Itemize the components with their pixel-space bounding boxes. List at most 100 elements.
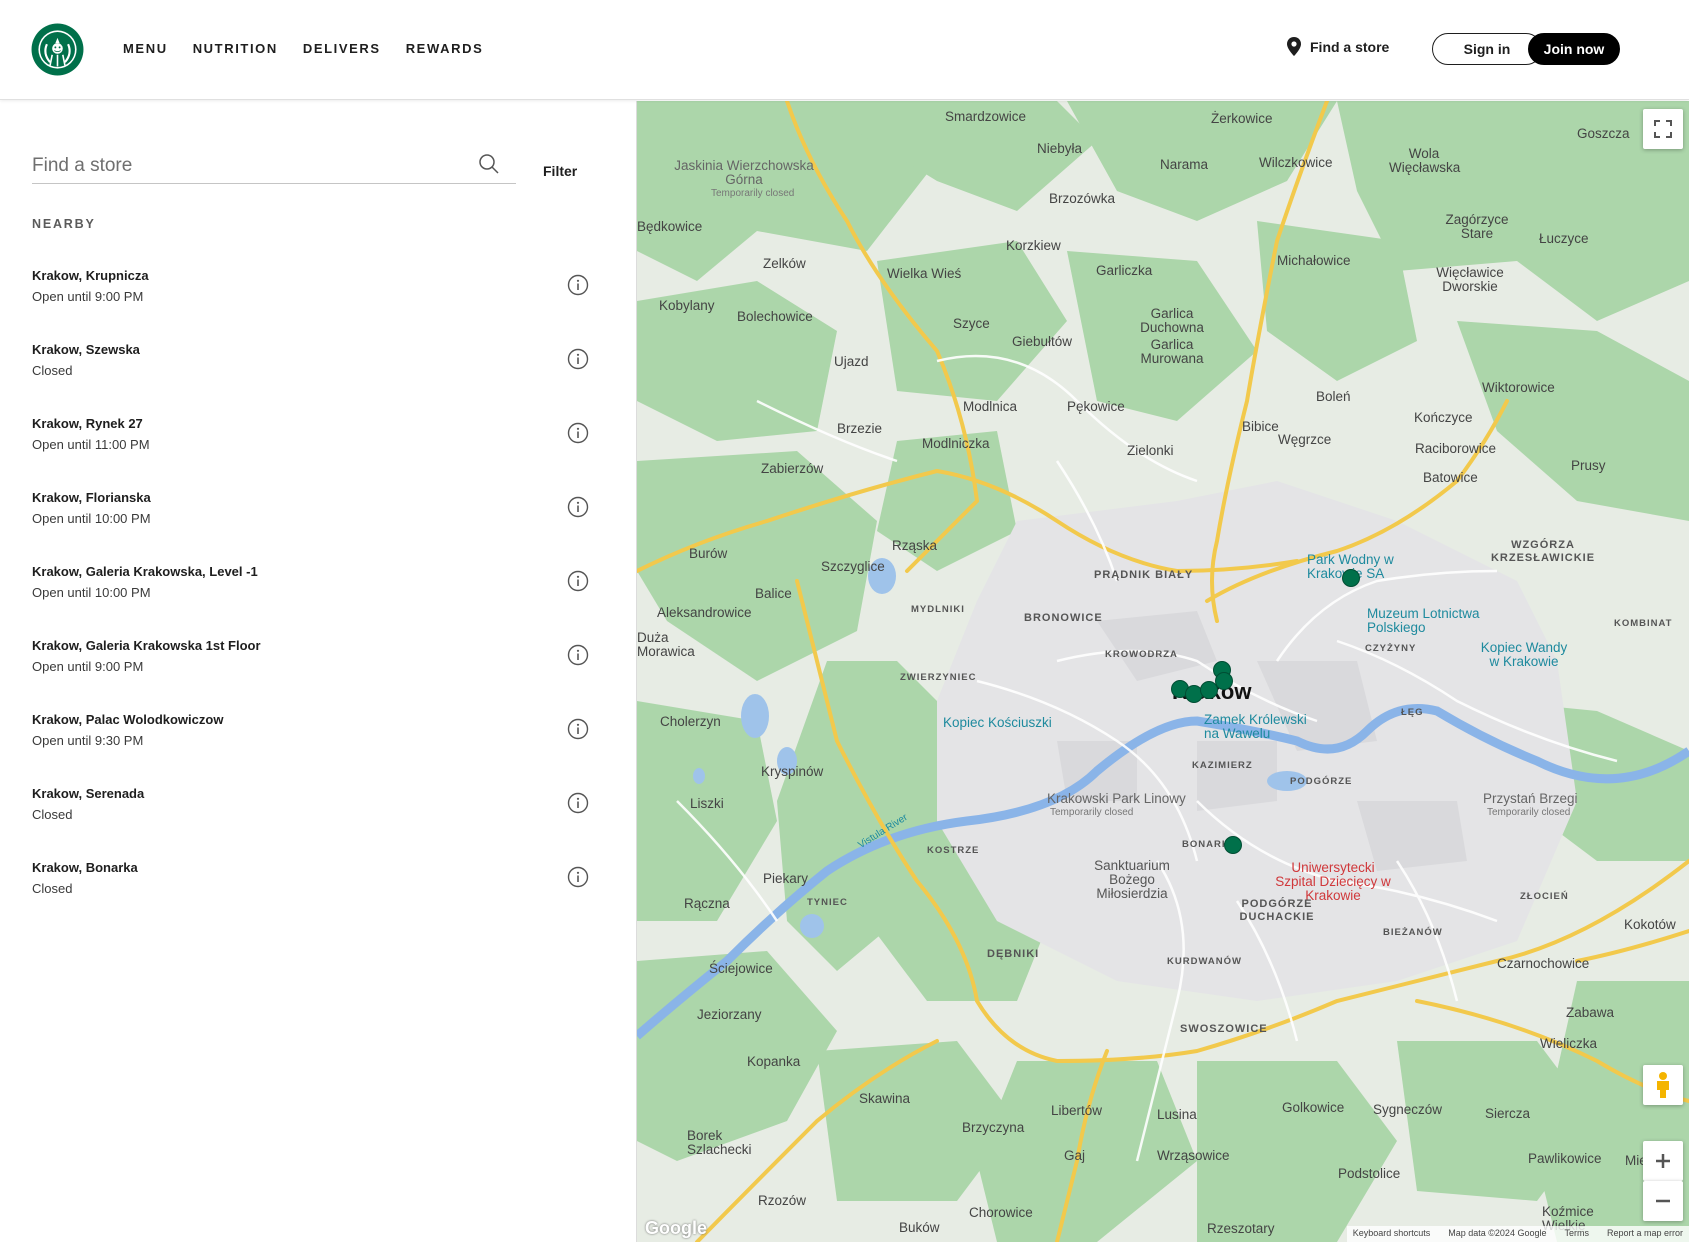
map-label: Temporarily closed (1487, 807, 1571, 818)
store-pin[interactable] (1215, 672, 1233, 690)
store-list-item[interactable]: Krakow, Szewska Closed (0, 322, 636, 396)
map-label: PODGÓRZE (1290, 776, 1353, 787)
map-label: Kończyce (1414, 410, 1473, 425)
map-label: Jeziorzany (697, 1007, 762, 1022)
map-label: Libertów (1051, 1103, 1103, 1118)
fullscreen-button[interactable] (1643, 109, 1683, 149)
map-label: Buków (899, 1220, 940, 1235)
find-store-label: Find a store (1310, 38, 1390, 55)
store-list-item[interactable]: Krakow, Serenada Closed (0, 766, 636, 840)
fullscreen-icon (1654, 120, 1672, 138)
map-label: Sanktuarium Bożego Miłosierdzia (1094, 858, 1170, 901)
store-list-item[interactable]: Krakow, Galeria Krakowska 1st Floor Open … (0, 618, 636, 692)
map-label: Brzyczyna (962, 1120, 1025, 1135)
store-status: Closed (32, 363, 73, 378)
map-label: Szczyglice (821, 559, 885, 574)
map-label: ZWIERZYNIEC (900, 672, 977, 683)
map-label: Chorowice (969, 1205, 1033, 1220)
map-label: Modlnica (963, 399, 1018, 414)
map-label: Zielonki (1127, 443, 1174, 458)
map-label: Garlica Murowana (1140, 337, 1204, 366)
map-label: Uniwersytecki Szpital Dziecięcy w Krakow… (1275, 860, 1391, 903)
store-list-item[interactable]: Krakow, Krupnicza Open until 9:00 PM (0, 248, 636, 322)
map-label: Brzozówka (1049, 191, 1116, 206)
street-view-button[interactable] (1643, 1065, 1683, 1105)
store-pin[interactable] (1342, 569, 1360, 587)
map-label: Wieliczka (1540, 1036, 1598, 1051)
map-label: Modlniczka (922, 436, 990, 451)
info-icon[interactable] (567, 792, 589, 814)
map-label: Balice (755, 586, 792, 601)
map-label: Jaskinia Wierzchowska Górna (674, 158, 814, 187)
zoom-out-button[interactable] (1643, 1181, 1683, 1221)
store-map[interactable]: Smardzowice Żerkowice Goszcza Niebyła Na… (637, 101, 1689, 1242)
info-icon[interactable] (567, 866, 589, 888)
filter-button[interactable]: Filter (543, 163, 577, 179)
store-pin[interactable] (1224, 836, 1242, 854)
map-label: Będkowice (637, 219, 703, 234)
search-icon[interactable] (478, 153, 500, 175)
map-label: Raciborowice (1415, 441, 1497, 456)
info-icon[interactable] (567, 718, 589, 740)
starbucks-logo[interactable] (31, 23, 84, 76)
store-status: Open until 9:30 PM (32, 733, 144, 748)
map-label: Przystań Brzegi (1483, 791, 1578, 806)
map-label: Bolechowice (737, 309, 813, 324)
location-pin-icon (1287, 37, 1301, 56)
store-search (32, 151, 516, 184)
map-label: Duża Morawica (637, 630, 695, 659)
info-icon[interactable] (567, 422, 589, 444)
info-icon[interactable] (567, 496, 589, 518)
store-list-item[interactable]: Krakow, Bonarka Closed (0, 840, 636, 914)
zoom-in-button[interactable] (1643, 1141, 1683, 1181)
nav-nutrition[interactable]: NUTRITION (193, 41, 278, 56)
map-label: Pawlikowice (1528, 1151, 1602, 1166)
map-label: Wielka Wieś (887, 266, 962, 281)
store-list-item[interactable]: Krakow, Florianska Open until 10:00 PM (0, 470, 636, 544)
map-label: Boleń (1316, 389, 1351, 404)
map-label: Niebyła (1037, 141, 1083, 156)
nav-menu[interactable]: MENU (123, 41, 168, 56)
store-list-item[interactable]: Krakow, Rynek 27 Open until 11:00 PM (0, 396, 636, 470)
find-store-link[interactable]: Find a store (1287, 37, 1389, 56)
nav-delivers[interactable]: DELIVERS (303, 41, 381, 56)
map-label: ŁĘG (1401, 707, 1424, 718)
map-label: Zelków (763, 256, 806, 271)
map-label: Giebułtów (1012, 334, 1073, 349)
map-label: Pękowice (1067, 399, 1125, 414)
map-attribution: Keyboard shortcuts Map data ©2024 Google… (1346, 1226, 1689, 1242)
info-icon[interactable] (567, 348, 589, 370)
map-label: Muzeum Lotnictwa Polskiego (1367, 606, 1480, 635)
map-label: Narama (1160, 157, 1209, 172)
map-label: Gaj (1064, 1148, 1086, 1163)
store-list-item[interactable]: Krakow, Galeria Krakowska, Level -1 Open … (0, 544, 636, 618)
map-label: Czarnochowice (1497, 956, 1590, 971)
map-label: Korzkiew (1006, 238, 1061, 253)
map-label: Brzezie (837, 421, 883, 436)
map-label: Zamek Królewski na Wawelu (1204, 712, 1307, 741)
terms-link[interactable]: Terms (1564, 1228, 1589, 1240)
join-now-button[interactable]: Join now (1528, 33, 1620, 65)
map-label: Kobylany (659, 298, 715, 313)
map-label: Goszcza (1577, 126, 1630, 141)
store-list-item[interactable]: Krakow, Palac Wolodkowiczow Open until 9:… (0, 692, 636, 766)
info-icon[interactable] (567, 644, 589, 666)
store-search-input[interactable] (32, 151, 472, 181)
report-error-link[interactable]: Report a map error (1607, 1228, 1683, 1240)
store-name: Krakow, Bonarka (32, 860, 138, 875)
keyboard-shortcuts-link[interactable]: Keyboard shortcuts (1353, 1228, 1431, 1240)
map-data-text: Map data ©2024 Google (1448, 1228, 1547, 1238)
map-label: Rzozów (758, 1193, 807, 1208)
map-label: Batowice (1423, 470, 1478, 485)
map-label: Krakowski Park Linowy (1047, 791, 1186, 806)
store-status: Open until 11:00 PM (32, 437, 150, 452)
map-label: Szyce (953, 316, 990, 331)
nav-rewards[interactable]: REWARDS (406, 41, 484, 56)
map-label: Bibice (1242, 419, 1279, 434)
info-icon[interactable] (567, 570, 589, 592)
store-status: Open until 10:00 PM (32, 511, 151, 526)
map-label: Kopiec Kościuszki (943, 715, 1052, 730)
info-icon[interactable] (567, 274, 589, 296)
store-status: Closed (32, 807, 73, 822)
sign-in-button[interactable]: Sign in (1432, 33, 1542, 65)
